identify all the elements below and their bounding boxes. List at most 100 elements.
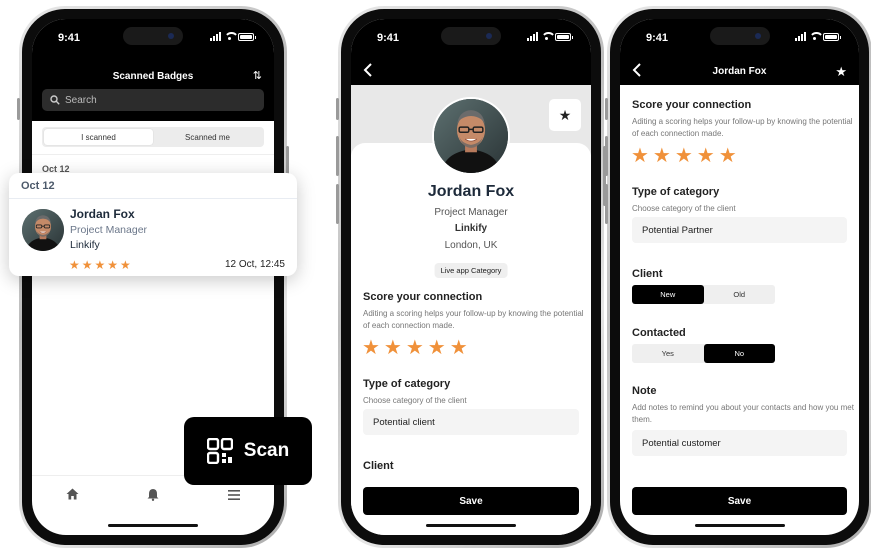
rating-stars[interactable]: ★★★★★ bbox=[362, 335, 472, 360]
wifi-icon bbox=[809, 32, 824, 41]
dynamic-island bbox=[709, 27, 770, 45]
status-time: 9:41 bbox=[58, 32, 81, 44]
scanned-contact-card[interactable]: Oct 12 Jordan Fox Project Manager Linkif… bbox=[9, 173, 297, 276]
page-title: Jordan Fox bbox=[712, 66, 767, 77]
score-description: Aditing a scoring helps your follow-up b… bbox=[632, 117, 853, 138]
signal-icon bbox=[527, 32, 538, 41]
client-toggle: New Old bbox=[632, 285, 775, 304]
phone-contact-details: 9:41 Jordan Fox ★ Score your connection … bbox=[605, 6, 871, 548]
mute-switch bbox=[336, 98, 339, 120]
contacted-toggle: Yes No bbox=[632, 344, 775, 363]
contact-name: Jordan Fox bbox=[70, 207, 135, 221]
menu-icon[interactable] bbox=[227, 488, 240, 503]
contacted-title: Contacted bbox=[632, 327, 686, 339]
contact-company: Linkify bbox=[454, 223, 488, 234]
home-indicator bbox=[694, 524, 785, 527]
battery-icon bbox=[555, 32, 573, 41]
volume-down-button bbox=[605, 184, 608, 224]
client-option-new[interactable]: New bbox=[632, 285, 704, 304]
phone-bezel: 9:41 Jordan Fox ★ Score your connection … bbox=[610, 9, 869, 545]
category-field[interactable]: Potential Partner bbox=[632, 217, 847, 243]
phone-contact-profile: 9:41 ★ Jordan Fox Project Manager Linkif… bbox=[336, 6, 606, 548]
battery-icon bbox=[823, 32, 841, 41]
wifi-icon bbox=[541, 32, 556, 41]
bell-icon[interactable] bbox=[147, 488, 159, 504]
battery-icon bbox=[238, 32, 256, 41]
status-icons bbox=[795, 32, 841, 41]
score-title: Score your connection bbox=[632, 99, 752, 111]
qr-code-icon bbox=[206, 438, 233, 464]
score-description: Aditing a scoring helps your follow-up b… bbox=[363, 309, 584, 330]
category-description: Choose category of the client bbox=[632, 204, 736, 213]
category-title: Type of category bbox=[363, 378, 451, 390]
wifi-icon bbox=[224, 32, 239, 41]
phone-bezel: 9:41 ★ Jordan Fox Project Manager Linkif… bbox=[341, 9, 601, 545]
signal-icon bbox=[210, 32, 221, 41]
note-title: Note bbox=[632, 385, 657, 397]
scan-timestamp: 12 Oct, 12:45 bbox=[224, 259, 285, 270]
dynamic-island bbox=[441, 27, 501, 45]
card-divider bbox=[9, 198, 297, 199]
client-title: Client bbox=[632, 268, 663, 280]
contact-company: Linkify bbox=[70, 239, 100, 251]
nav-bar: Jordan Fox ★ bbox=[620, 59, 859, 85]
home-indicator bbox=[108, 524, 198, 527]
screen: 9:41 ★ Jordan Fox Project Manager Linkif… bbox=[351, 19, 591, 535]
client-option-old[interactable]: Old bbox=[704, 285, 776, 304]
note-description: Add notes to remind you about your conta… bbox=[632, 403, 854, 424]
contact-role: Project Manager bbox=[434, 207, 508, 218]
client-title: Client bbox=[363, 460, 394, 472]
avatar bbox=[432, 97, 510, 175]
favorite-star-icon[interactable]: ★ bbox=[835, 64, 847, 80]
page-title: Scanned Badges bbox=[112, 71, 194, 82]
score-title: Score your connection bbox=[363, 291, 483, 303]
header: Scanned Badges ⇅ bbox=[32, 59, 274, 121]
favorite-star-icon[interactable]: ★ bbox=[549, 99, 581, 131]
contact-location: London, UK bbox=[444, 240, 498, 251]
rating-stars: ★★★★★ bbox=[69, 258, 133, 272]
scan-button[interactable]: Scan bbox=[184, 417, 312, 485]
search-input[interactable] bbox=[65, 94, 215, 106]
save-button[interactable]: Save bbox=[363, 487, 579, 515]
avatar bbox=[22, 209, 64, 251]
save-button[interactable]: Save bbox=[632, 487, 847, 515]
mute-switch bbox=[17, 98, 20, 120]
back-icon[interactable] bbox=[363, 63, 373, 81]
note-field[interactable]: Potential customer bbox=[632, 430, 847, 456]
category-badge: Live app Category bbox=[434, 263, 508, 278]
nav-bar bbox=[351, 59, 591, 85]
dynamic-island bbox=[123, 27, 183, 45]
tab-scanned-me[interactable]: Scanned me bbox=[153, 129, 262, 145]
search-icon bbox=[50, 95, 60, 105]
volume-down-button bbox=[336, 184, 339, 224]
status-bar: 9:41 bbox=[620, 19, 859, 59]
tab-i-scanned[interactable]: I scanned bbox=[44, 129, 153, 145]
status-icons bbox=[210, 32, 256, 41]
home-icon[interactable] bbox=[66, 488, 79, 503]
mute-switch bbox=[605, 98, 608, 120]
sort-icon[interactable]: ⇅ bbox=[253, 69, 262, 82]
status-time: 9:41 bbox=[646, 32, 669, 44]
divider bbox=[32, 154, 274, 155]
signal-icon bbox=[795, 32, 806, 41]
scan-tabs: I scanned Scanned me bbox=[42, 127, 264, 147]
status-time: 9:41 bbox=[377, 32, 400, 44]
category-description: Choose category of the client bbox=[363, 396, 467, 405]
status-bar: 9:41 bbox=[32, 19, 274, 59]
card-date: Oct 12 bbox=[21, 180, 55, 192]
screen: 9:41 Jordan Fox ★ Score your connection … bbox=[620, 19, 859, 535]
search-bar[interactable] bbox=[42, 89, 264, 111]
category-title: Type of category bbox=[632, 186, 720, 198]
rating-stars[interactable]: ★★★★★ bbox=[631, 143, 741, 168]
scan-button-label: Scan bbox=[243, 440, 290, 461]
contacted-option-yes[interactable]: Yes bbox=[632, 344, 704, 363]
contact-name: Jordan Fox bbox=[427, 183, 515, 200]
contacted-option-no[interactable]: No bbox=[703, 344, 775, 363]
category-field[interactable]: Potential client bbox=[363, 409, 579, 435]
status-icons bbox=[527, 32, 573, 41]
volume-up-button bbox=[605, 136, 608, 176]
status-bar: 9:41 bbox=[351, 19, 591, 59]
contact-role: Project Manager bbox=[70, 224, 148, 236]
home-indicator bbox=[426, 524, 516, 527]
volume-up-button bbox=[336, 136, 339, 176]
